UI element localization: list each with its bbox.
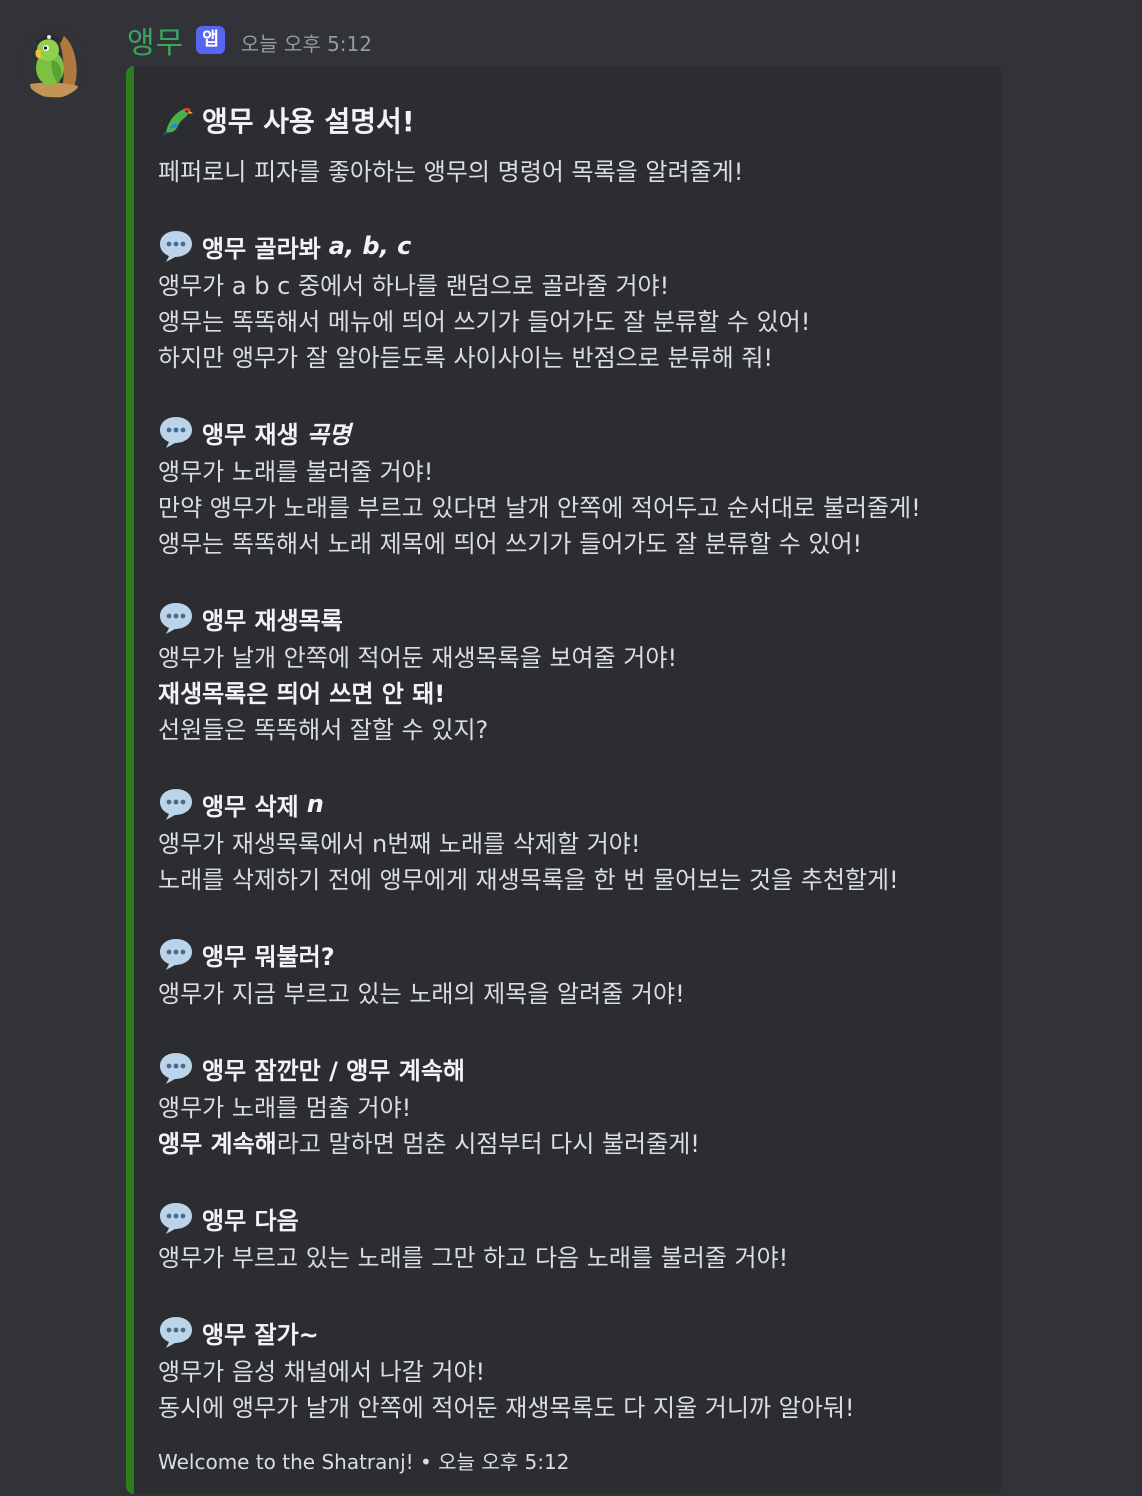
command-desc-line: 앵무는 똑똑해서 노래 제목에 띄어 쓰기가 들어가도 잘 분류할 수 있어! — [158, 530, 863, 558]
command-desc-line: 앵무가 a b c 중에서 하나를 랜덤으로 골라줄 거야! — [158, 272, 670, 300]
command-desc-line: 하지만 앵무가 잘 알아듣도록 사이사이는 반점으로 분류해 줘! — [158, 344, 774, 372]
command-block: 앵무 다음 앵무가 부르고 있는 노래를 그만 하고 다음 노래를 불러줄 거야… — [158, 1198, 988, 1276]
command-arg: n — [306, 790, 324, 818]
speech-bubble-icon — [160, 1317, 192, 1348]
command-desc-line: 앵무가 노래를 불러줄 거야! — [158, 458, 434, 486]
footer-separator: • — [420, 1450, 432, 1474]
command-block: 앵무 삭제 n 앵무가 재생목록에서 n번째 노래를 삭제할 거야! 노래를 삭… — [158, 784, 988, 898]
app-badge: 앱 — [196, 26, 225, 54]
command-block: 앵무 골라봐 a, b, c 앵무가 a b c 중에서 하나를 랜덤으로 골라… — [158, 226, 988, 376]
embed-footer: Welcome to the Shatranj! • 오늘 오후 5:12 — [158, 1446, 988, 1475]
speech-bubble-icon — [160, 231, 192, 262]
command-block: 앵무 잠깐만 / 앵무 계속해 앵무가 노래를 멈출 거야! 앵무 계속해라고 … — [158, 1048, 988, 1162]
command-heading: 앵무 뭐불러? — [158, 934, 988, 974]
command-name: 앵무 잘가~ — [202, 1320, 319, 1349]
embed-card: 앵무 사용 설명서! 페퍼로니 피자를 좋아하는 앵무의 명령어 목록을 알려줄… — [126, 66, 1002, 1494]
command-name: 앵무 재생 — [202, 420, 299, 449]
command-desc-line: 동시에 앵무가 날개 안쪽에 적어둔 재생목록도 다 지울 거니까 알아둬! — [158, 1394, 855, 1422]
speech-bubble-icon — [160, 603, 192, 634]
inline-text: 라고 말하면 멈춘 시점부터 다시 불러줄게! — [276, 1130, 700, 1158]
command-heading: 앵무 골라봐 a, b, c — [158, 226, 988, 266]
command-warning-line: 재생목록은 띄어 쓰면 안 돼! — [158, 680, 446, 708]
inline-bold-command: 앵무 계속해 — [158, 1130, 277, 1158]
command-desc-line: 앵무가 부르고 있는 노래를 그만 하고 다음 노래를 불러줄 거야! — [158, 1244, 789, 1272]
command-name: 앵무 삭제 — [202, 792, 299, 821]
embed-body: 앵무 사용 설명서! 페퍼로니 피자를 좋아하는 앵무의 명령어 목록을 알려줄… — [158, 96, 988, 1475]
command-desc-line: 만약 앵무가 노래를 부르고 있다면 날개 안쪽에 적어두고 순서대로 불러줄게… — [158, 494, 921, 522]
command-desc-line: 앵무는 똑똑해서 메뉴에 띄어 쓰기가 들어가도 잘 분류할 수 있어! — [158, 308, 811, 336]
command-heading: 앵무 재생 곡명 — [158, 412, 988, 452]
command-name: 앵무 뭐불러? — [202, 942, 335, 971]
command-name: 앵무 골라봐 — [202, 234, 321, 263]
command-desc-line: 앵무가 날개 안쪽에 적어둔 재생목록을 보여줄 거야! — [158, 644, 678, 672]
speech-bubble-icon — [160, 1203, 192, 1234]
footer-timestamp: 오늘 오후 5:12 — [438, 1450, 570, 1474]
command-block: 앵무 재생목록 앵무가 날개 안쪽에 적어둔 재생목록을 보여줄 거야! 재생목… — [158, 598, 988, 748]
command-arg: 곡명 — [306, 420, 351, 449]
embed-accent-bar — [126, 66, 134, 1494]
command-heading: 앵무 삭제 n — [158, 784, 988, 824]
username[interactable]: 앵무 — [127, 18, 184, 62]
embed-title: 앵무 사용 설명서! — [158, 96, 988, 144]
command-name: 앵무 다음 — [202, 1206, 299, 1235]
command-arg: a, b, c — [328, 232, 412, 260]
command-block: 앵무 잘가~ 앵무가 음성 채널에서 나갈 거야! 동시에 앵무가 날개 안쪽에… — [158, 1312, 988, 1426]
command-heading: 앵무 잠깐만 / 앵무 계속해 — [158, 1048, 988, 1088]
embed-title-text: 앵무 사용 설명서! — [202, 105, 415, 138]
command-heading: 앵무 잘가~ — [158, 1312, 988, 1352]
command-desc-line: 앵무가 지금 부르고 있는 노래의 제목을 알려줄 거야! — [158, 980, 685, 1008]
command-block: 앵무 재생 곡명 앵무가 노래를 불러줄 거야! 만약 앵무가 노래를 부르고 … — [158, 412, 988, 562]
speech-bubble-icon — [160, 417, 192, 448]
command-desc-line: 앵무가 음성 채널에서 나갈 거야! — [158, 1358, 486, 1386]
command-block: 앵무 뭐불러? 앵무가 지금 부르고 있는 노래의 제목을 알려줄 거야! — [158, 934, 988, 1012]
command-desc-line-mixed: 앵무 계속해라고 말하면 멈춘 시점부터 다시 불러줄게! — [158, 1126, 988, 1162]
command-desc-line: 앵무가 재생목록에서 n번째 노래를 삭제할 거야! — [158, 830, 641, 858]
message-timestamp[interactable]: 오늘 오후 5:12 — [241, 28, 372, 57]
embed-intro: 페퍼로니 피자를 좋아하는 앵무의 명령어 목록을 알려줄게! — [158, 158, 744, 186]
avatar[interactable] — [20, 26, 88, 98]
command-name: 앵무 잠깐만 / 앵무 계속해 — [202, 1056, 465, 1085]
command-desc-line: 노래를 삭제하기 전에 앵무에게 재생목록을 한 번 물어보는 것을 추천할게! — [158, 866, 899, 894]
speech-bubble-icon — [160, 789, 192, 820]
speech-bubble-icon — [160, 1053, 192, 1084]
message-header: 앵무 앱 오늘 오후 5:12 — [127, 18, 372, 62]
bot-message: 앵무 앱 오늘 오후 5:12 앵무 사용 설명서! 페퍼로니 피자를 좋아하는… — [0, 0, 1142, 1496]
command-heading: 앵무 재생목록 — [158, 598, 988, 638]
command-desc-line: 앵무가 노래를 멈출 거야! — [158, 1094, 412, 1122]
command-heading: 앵무 다음 — [158, 1198, 988, 1238]
command-name: 앵무 재생목록 — [202, 606, 343, 635]
footer-text: Welcome to the Shatranj! — [158, 1450, 414, 1474]
parrot-icon — [162, 107, 193, 136]
command-desc-line: 선원들은 똑똑해서 잘할 수 있지? — [158, 716, 489, 744]
speech-bubble-icon — [160, 939, 192, 970]
